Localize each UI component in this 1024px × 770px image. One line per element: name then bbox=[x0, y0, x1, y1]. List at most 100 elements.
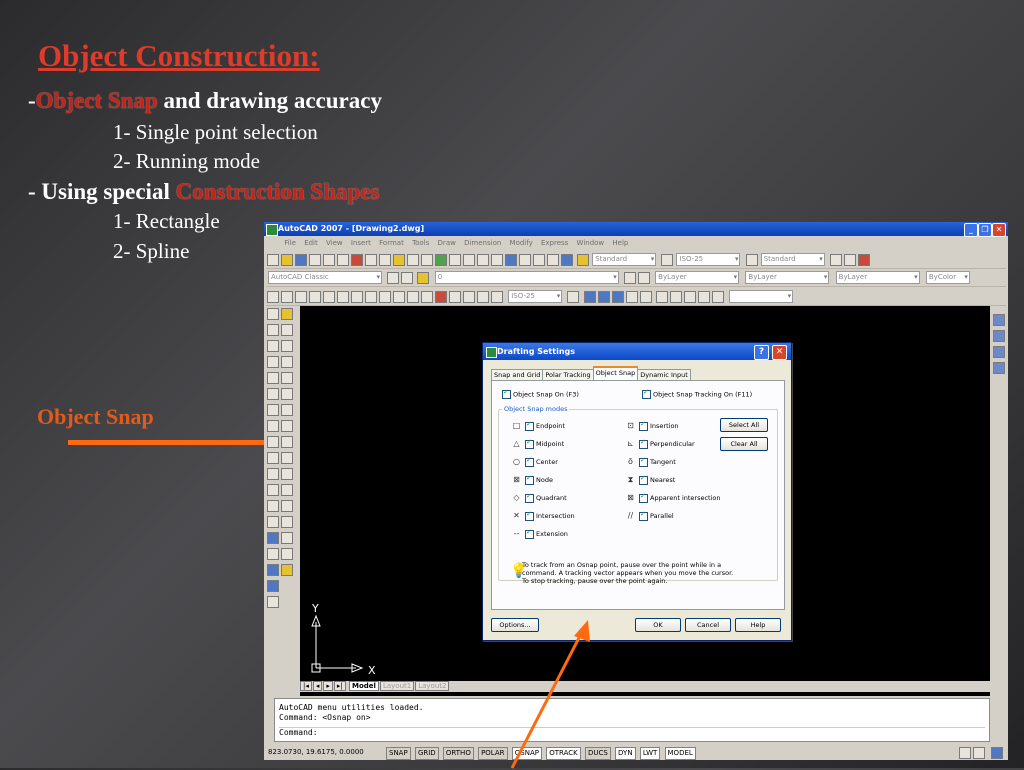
dim-style-combo[interactable]: ISO-25 bbox=[676, 253, 741, 266]
checkbox[interactable] bbox=[525, 492, 534, 503]
break-icon[interactable] bbox=[281, 500, 293, 512]
chamfer-icon[interactable] bbox=[281, 532, 293, 544]
draw-order-under-icon[interactable] bbox=[993, 362, 1005, 374]
layer-previous-icon[interactable] bbox=[637, 272, 650, 284]
table-icon[interactable] bbox=[267, 580, 279, 592]
viewport3-icon[interactable] bbox=[683, 291, 696, 303]
zoom-window-icon[interactable] bbox=[463, 254, 475, 266]
dim-baseline-icon[interactable] bbox=[393, 291, 405, 303]
lineweight-combo[interactable]: ByLayer bbox=[835, 271, 920, 284]
polygon-icon[interactable] bbox=[267, 356, 279, 368]
stretch-icon[interactable] bbox=[281, 436, 293, 448]
extend-icon[interactable] bbox=[281, 468, 293, 480]
preview-icon[interactable] bbox=[323, 254, 335, 266]
table-style-combo[interactable]: Standard bbox=[760, 253, 825, 266]
checkbox[interactable] bbox=[639, 492, 648, 503]
dim-radius-icon[interactable] bbox=[323, 291, 335, 303]
tab-model[interactable]: Model bbox=[349, 681, 379, 691]
paste-icon[interactable] bbox=[379, 254, 391, 266]
construction-line-icon[interactable] bbox=[267, 324, 279, 336]
checkbox[interactable] bbox=[525, 438, 534, 449]
checkbox[interactable] bbox=[639, 456, 648, 467]
scale-icon[interactable] bbox=[281, 420, 293, 432]
osnap-tracking-checkbox[interactable]: Object Snap Tracking On (F11) bbox=[642, 388, 752, 399]
lock-icon[interactable] bbox=[959, 747, 971, 759]
ok-button[interactable]: OK bbox=[635, 618, 681, 632]
draw-order-back-icon[interactable] bbox=[993, 330, 1005, 342]
mode-insertion[interactable]: ⊡ Insertion bbox=[626, 420, 679, 431]
mode-nearest[interactable]: ⧗ Nearest bbox=[626, 474, 675, 485]
minimize-icon[interactable]: _ bbox=[964, 223, 978, 237]
explode-icon[interactable] bbox=[281, 564, 293, 576]
zoom-previous-icon[interactable] bbox=[477, 254, 489, 266]
dim-angular-icon[interactable] bbox=[365, 291, 377, 303]
dim-text-edit-icon[interactable] bbox=[477, 291, 489, 303]
circle-icon[interactable] bbox=[267, 404, 279, 416]
zoom-icon[interactable] bbox=[449, 254, 461, 266]
revcloud-icon[interactable] bbox=[267, 420, 279, 432]
array-icon[interactable] bbox=[281, 372, 293, 384]
copy-icon[interactable] bbox=[365, 254, 377, 266]
redo-icon[interactable] bbox=[421, 254, 433, 266]
spline-icon[interactable] bbox=[267, 436, 279, 448]
pan-icon[interactable] bbox=[435, 254, 447, 266]
cut-icon[interactable] bbox=[351, 254, 363, 266]
plot-icon[interactable] bbox=[309, 254, 321, 266]
ellipse-icon[interactable] bbox=[267, 452, 279, 464]
undo-icon[interactable] bbox=[407, 254, 419, 266]
color-combo[interactable]: ByLayer bbox=[655, 271, 740, 284]
menu-modify[interactable]: Modify bbox=[510, 239, 533, 247]
layer-manager-icon[interactable] bbox=[401, 272, 414, 284]
text-style-combo[interactable]: Standard bbox=[592, 253, 657, 266]
cancel-button[interactable]: Cancel bbox=[685, 618, 731, 632]
checkbox[interactable] bbox=[525, 528, 534, 539]
grid-toggle[interactable]: GRID bbox=[414, 747, 439, 760]
dim-continue-icon[interactable] bbox=[407, 291, 419, 303]
viewport-scale-combo[interactable] bbox=[729, 290, 794, 303]
workspace-combo[interactable]: AutoCAD Classic bbox=[268, 271, 382, 284]
menu-tools[interactable]: Tools bbox=[412, 239, 429, 247]
mode-endpoint[interactable]: □ Endpoint bbox=[512, 420, 565, 431]
tab-object-snap[interactable]: Object Snap bbox=[592, 366, 639, 381]
properties-icon[interactable] bbox=[491, 254, 503, 266]
checkbox[interactable] bbox=[525, 420, 534, 431]
checkbox[interactable] bbox=[642, 388, 651, 399]
matchprop-icon[interactable] bbox=[393, 254, 405, 266]
mode-parallel[interactable]: // Parallel bbox=[626, 510, 674, 521]
tab-layout2[interactable]: Layout2 bbox=[415, 681, 450, 691]
mode-midpoint[interactable]: △ Midpoint bbox=[512, 438, 564, 449]
qleader-icon[interactable] bbox=[421, 291, 433, 303]
status-menu-icon[interactable] bbox=[973, 747, 985, 759]
dim-linear-icon[interactable] bbox=[267, 291, 279, 303]
clean-screen-icon[interactable] bbox=[991, 747, 1003, 759]
text-front-icon[interactable] bbox=[625, 291, 638, 303]
save-icon[interactable] bbox=[295, 254, 307, 266]
draw-order3-icon[interactable] bbox=[611, 291, 624, 303]
next-tab-icon[interactable]: ▸ bbox=[323, 681, 333, 691]
select-all-button[interactable]: Select All bbox=[720, 418, 768, 432]
sheet-set-icon[interactable] bbox=[533, 254, 545, 266]
design-center-icon[interactable] bbox=[505, 254, 517, 266]
layout3-icon[interactable] bbox=[857, 254, 870, 266]
move-icon[interactable] bbox=[281, 388, 293, 400]
dim-style-manager-icon[interactable] bbox=[567, 291, 580, 303]
arc-icon[interactable] bbox=[267, 388, 279, 400]
menu-view[interactable]: View bbox=[326, 239, 343, 247]
tool-palettes-icon[interactable] bbox=[519, 254, 531, 266]
menu-draw[interactable]: Draw bbox=[438, 239, 456, 247]
help-icon[interactable] bbox=[561, 254, 573, 266]
restore-icon[interactable]: ❐ bbox=[978, 223, 992, 237]
break-point-icon[interactable] bbox=[281, 484, 293, 496]
menu-file[interactable]: File bbox=[284, 239, 296, 247]
mode-node[interactable]: ⊠ Node bbox=[512, 474, 553, 485]
polyline-icon[interactable] bbox=[267, 340, 279, 352]
join-icon[interactable] bbox=[281, 516, 293, 528]
draw-order-above-icon[interactable] bbox=[993, 346, 1005, 358]
dialog-close-icon[interactable]: ✕ bbox=[772, 345, 787, 360]
prev-tab-icon[interactable]: ◂ bbox=[312, 681, 323, 691]
close-icon[interactable]: ✕ bbox=[992, 223, 1006, 237]
dim-arc-icon[interactable] bbox=[295, 291, 307, 303]
gradient-icon[interactable] bbox=[267, 548, 279, 560]
help-button[interactable]: Help bbox=[735, 618, 781, 632]
mode-tangent[interactable]: ō Tangent bbox=[626, 456, 676, 467]
